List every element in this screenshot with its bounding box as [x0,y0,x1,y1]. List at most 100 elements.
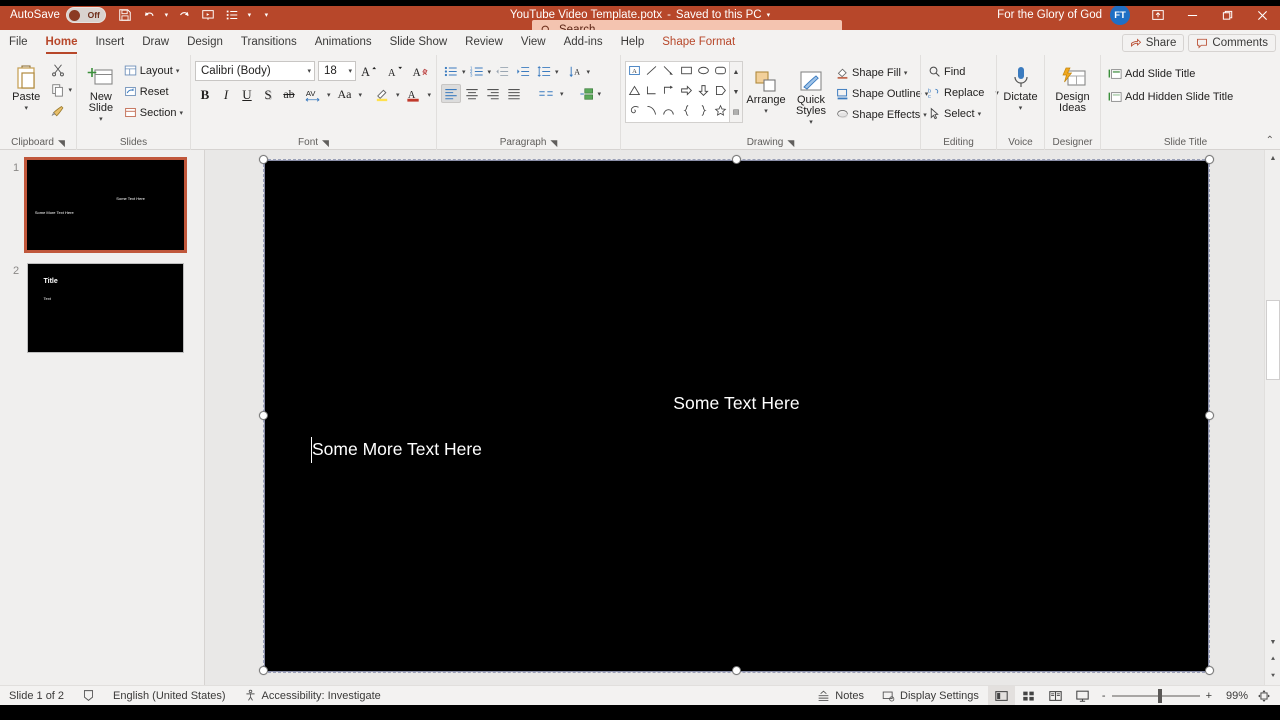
resize-handle-top-right[interactable] [1205,155,1214,164]
change-case-dropdown-icon[interactable]: ▾ [359,91,363,99]
display-settings-button[interactable]: Display Settings [873,686,988,706]
numbering-dropdown-icon[interactable]: ▾ [488,68,492,76]
justify-button[interactable] [504,84,524,103]
scroll-up-icon[interactable]: ▲ [1265,150,1280,167]
thumbnail-slide-1[interactable]: Some Text Here Some More Text Here [24,157,187,253]
triangle-shape-icon[interactable] [628,84,641,100]
oval-shape-icon[interactable] [697,64,710,80]
format-painter-icon[interactable] [48,100,68,119]
clipboard-dialog-launcher[interactable]: ◥ [58,136,65,150]
quick-styles-dropdown-icon[interactable]: ▾ [809,117,813,128]
line-shape-icon[interactable] [645,64,658,80]
scroll-track[interactable] [1265,167,1280,617]
elbow-connector-icon[interactable] [645,84,658,100]
copy-icon[interactable] [48,80,68,99]
avatar[interactable]: FT [1110,5,1130,25]
columns-button[interactable] [533,84,559,103]
center-button[interactable] [462,84,482,103]
tab-file[interactable]: File [0,30,37,55]
customize-list-icon[interactable] [221,4,243,26]
fit-slide-to-window-button[interactable] [1248,686,1280,706]
shape-fill-button[interactable]: Shape Fill ▾ [833,63,931,82]
paste-dropdown-icon[interactable]: ▾ [24,103,28,114]
zoom-in-button[interactable]: + [1206,690,1212,702]
drawing-dialog-launcher[interactable]: ◥ [787,136,794,150]
tab-design[interactable]: Design [178,30,232,55]
gallery-scroll-down-icon[interactable]: ▼ [730,82,742,102]
curve-shape-icon[interactable] [645,104,658,120]
zoom-slider[interactable]: - + [1096,689,1218,703]
star-shape-icon[interactable] [714,104,727,120]
start-from-beginning-icon[interactable] [197,4,219,26]
slide-text-some-more-text-here[interactable]: Some More Text Here [312,439,482,460]
shapes-gallery-scroll[interactable]: ▲ ▼ ▤ [730,61,743,123]
tab-home[interactable]: Home [37,30,87,55]
slide-canvas-area[interactable]: Some Text Here Some More Text Here [205,150,1280,685]
decrease-font-size-icon[interactable]: A [382,62,408,81]
previous-slide-icon[interactable]: ⯅ [1265,651,1280,668]
clear-formatting-icon[interactable]: A [408,62,434,81]
tab-slide-show[interactable]: Slide Show [381,30,457,55]
tab-animations[interactable]: Animations [306,30,381,55]
zoom-percent[interactable]: 99% [1218,690,1248,702]
tab-review[interactable]: Review [456,30,512,55]
slide-thumbnail-pane[interactable]: 1 Some Text Here Some More Text Here 2 T… [0,150,205,685]
accessibility-status[interactable]: Accessibility: Investigate [235,686,390,706]
pentagon-shape-icon[interactable] [714,84,727,100]
find-button[interactable]: Find [925,62,1002,81]
font-size-dropdown-icon[interactable]: ▾ [348,67,352,75]
resize-handle-bottom-center[interactable] [732,666,741,675]
normal-view-button[interactable] [987,686,1015,706]
zoom-thumb[interactable] [1157,689,1162,703]
rounded-rectangle-shape-icon[interactable] [714,64,727,80]
cut-icon[interactable] [48,60,68,79]
text-highlight-color-button[interactable] [369,85,395,104]
resize-handle-middle-right[interactable] [1205,411,1214,420]
arrow-line-shape-icon[interactable] [662,64,675,80]
customize-qat-chevron-icon[interactable]: ▾ [262,4,271,26]
collapse-ribbon-icon[interactable]: ⌃ [1266,135,1274,146]
thumbnail-item-2[interactable]: 2 Title Text [5,263,184,353]
language-status[interactable]: English (United States) [104,686,235,706]
font-color-dropdown-icon[interactable]: ▾ [428,91,432,99]
line-spacing-dropdown-icon[interactable]: ▾ [555,68,559,76]
arc-shape-icon[interactable] [662,104,675,120]
arrange-dropdown-icon[interactable]: ▾ [764,106,768,117]
resize-handle-top-left[interactable] [259,155,268,164]
spell-check-icon[interactable] [73,686,104,706]
increase-font-size-icon[interactable]: A [356,62,382,81]
tab-view[interactable]: View [512,30,555,55]
undo-icon[interactable] [138,4,160,26]
text-direction-dropdown-icon[interactable]: ▾ [587,68,591,76]
undo-dropdown-icon[interactable]: ▾ [162,4,171,26]
shapes-gallery[interactable]: A [625,61,730,123]
character-spacing-dropdown-icon[interactable]: ▾ [327,91,331,99]
font-size-combo[interactable]: 18 ▾ [318,61,356,81]
arrange-button[interactable]: Arrange ▾ [743,61,789,117]
copy-dropdown-icon[interactable]: ▾ [68,86,72,94]
text-shadow-button[interactable]: S [258,85,278,104]
reset-button[interactable]: Reset [121,82,186,101]
bullets-button[interactable] [441,62,461,81]
rectangle-shape-icon[interactable] [680,64,693,80]
bold-button[interactable]: B [195,85,215,104]
section-button[interactable]: Section ▾ [121,103,186,122]
font-name-dropdown-icon[interactable]: ▾ [307,67,311,75]
bullets-dropdown-icon[interactable]: ▾ [462,68,466,76]
thumbnail-item-1[interactable]: 1 Some Text Here Some More Text Here [5,157,187,253]
slide-show-view-button[interactable] [1069,686,1096,706]
dictate-dropdown-icon[interactable]: ▾ [1019,103,1023,114]
gallery-more-icon[interactable]: ▤ [730,102,742,122]
change-case-button[interactable]: Aa [332,85,358,104]
shape-outline-button[interactable]: Shape Outline ▾ [833,84,931,103]
tab-draw[interactable]: Draw [133,30,178,55]
right-arrow-shape-icon[interactable] [680,84,693,100]
textbox-shape-icon[interactable]: A [628,64,641,80]
select-button[interactable]: Select ▾ [925,104,1002,123]
quick-styles-button[interactable]: Quick Styles ▾ [789,61,833,128]
convert-to-smartart-button[interactable] [577,84,597,103]
paragraph-dialog-launcher[interactable]: ◥ [550,136,557,150]
scroll-thumb[interactable] [1266,300,1280,380]
autosave-control[interactable]: AutoSave Off [10,7,106,23]
tab-add-ins[interactable]: Add-ins [555,30,612,55]
